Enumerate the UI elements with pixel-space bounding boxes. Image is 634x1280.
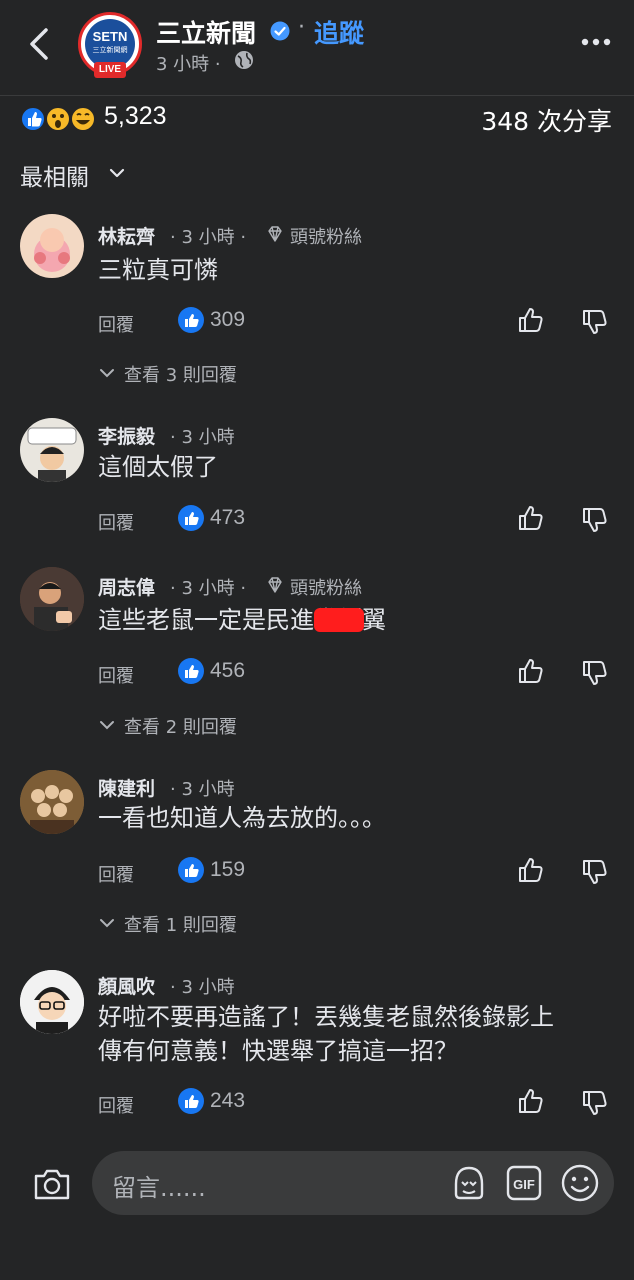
comment-time: · 3 小時 [170,427,235,448]
reply-button[interactable]: 回覆 [98,662,134,688]
share-count[interactable]: 348 次分享 [481,102,612,138]
comment-text-line-1: 好啦不要再造謠了！丟幾隻老鼠然後錄影上 [98,1003,554,1031]
comment-text: 這個太假了 [98,453,218,481]
avatar[interactable] [20,567,84,631]
thumbs-up-icon[interactable] [516,1086,546,1116]
back-arrow-icon[interactable] [22,24,58,64]
like-count[interactable]: 473 [210,506,245,530]
like-badge-icon [178,307,204,333]
reaction-count[interactable]: 5,323 [104,102,167,131]
camera-icon[interactable] [32,1166,72,1202]
comment-text: 一看也知道人為去放的。。。 [98,804,386,832]
comment-time: · 3 小時 [170,779,235,800]
like-count[interactable]: 243 [210,1089,245,1113]
top-fan-badge: 頭號粉絲 [290,227,362,248]
comment-time: · 3 小時 · [170,578,247,599]
commenter-name[interactable]: 陳建利 [98,774,155,801]
logo-subtext: 三立新聞網 [92,46,128,54]
thumbs-down-icon[interactable] [580,658,610,688]
avatar[interactable] [20,214,84,278]
commenter-name[interactable]: 林耘齊 [98,222,155,249]
thumbs-up-icon[interactable] [516,855,546,885]
view-replies-link[interactable]: 查看 2 則回覆 [98,713,237,739]
thumbs-down-icon[interactable] [580,1088,610,1118]
emoji-icon[interactable] [560,1163,600,1203]
top-fan-badge: 頭號粉絲 [290,578,362,599]
reply-button[interactable]: 回覆 [98,311,134,337]
like-count[interactable]: 309 [210,308,245,332]
commenter-name[interactable]: 李振毅 [98,422,155,449]
view-replies-link[interactable]: 查看 1 則回覆 [98,911,237,937]
post-time: 3 小時 · [156,54,221,75]
comment-text-line-2: 傳有何意義！快選舉了搞這一招？ [98,1037,458,1065]
view-replies-link[interactable]: 查看 3 則回覆 [98,361,237,387]
like-count[interactable]: 456 [210,659,245,683]
separator-dot: · [298,15,305,40]
avatar[interactable] [20,770,84,834]
like-count[interactable]: 159 [210,858,245,882]
comment-text: 三粒真可憐 [98,256,218,284]
gif-button[interactable]: GIF [506,1164,542,1202]
avatar[interactable] [20,418,84,482]
verified-badge-icon [270,21,290,41]
diamond-icon [268,226,282,242]
thumbs-up-icon[interactable] [516,503,546,533]
thumbs-up-icon[interactable] [516,305,546,335]
comment-input-placeholder: 留言...... [112,1174,206,1202]
like-badge-icon [178,658,204,684]
avatar[interactable] [20,970,84,1034]
logo-text: SETN [92,29,128,44]
commenter-name[interactable]: 顏風吹 [98,972,155,999]
comment-time: · 3 小時 [170,977,235,998]
view-replies-label: 查看 1 則回覆 [124,915,237,936]
reply-button[interactable]: 回覆 [98,861,134,887]
globe-icon [235,51,253,69]
commenter-name[interactable]: 周志偉 [98,573,155,600]
like-badge-icon [178,505,204,531]
chevron-down-icon[interactable] [108,164,126,182]
more-options-icon[interactable] [580,30,612,54]
thumbs-down-icon[interactable] [580,505,610,535]
reply-button[interactable]: 回覆 [98,1092,134,1118]
like-badge-icon [178,857,204,883]
comment-time: · 3 小時 · [170,227,247,248]
post-header: SETN 三立新聞網 LIVE 三立新聞 · 追蹤 3 小時 · [0,0,634,96]
page-name[interactable]: 三立新聞 [156,14,256,50]
sort-dropdown[interactable]: 最相關 [20,158,89,192]
reply-button[interactable]: 回覆 [98,509,134,535]
like-badge-icon [178,1088,204,1114]
live-badge: LIVE [94,62,126,78]
avatar-sticker-icon[interactable] [450,1164,488,1202]
view-replies-label: 查看 2 則回覆 [124,717,237,738]
thumbs-down-icon[interactable] [580,307,610,337]
view-replies-label: 查看 3 則回覆 [124,365,237,386]
gif-label: GIF [513,1177,535,1192]
diamond-icon [268,577,282,593]
reactions-icon[interactable] [20,104,100,134]
thumbs-up-icon[interactable] [516,656,546,686]
redaction-mark [314,608,364,632]
thumbs-down-icon[interactable] [580,857,610,887]
follow-button[interactable]: 追蹤 [314,14,364,50]
